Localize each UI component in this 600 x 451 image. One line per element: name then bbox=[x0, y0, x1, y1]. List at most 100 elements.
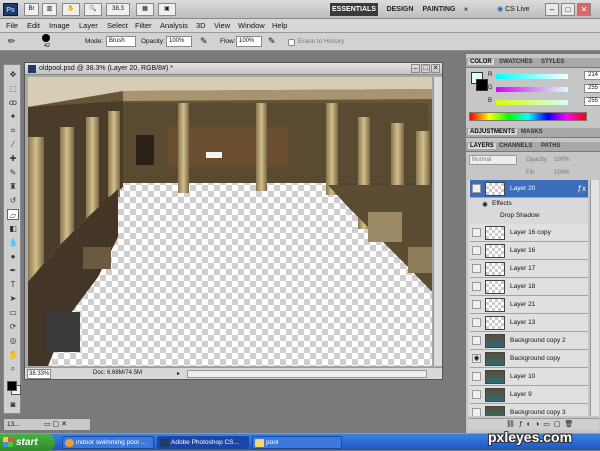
zoom-tool-icon[interactable]: ⌕ bbox=[7, 363, 19, 374]
bridge-button[interactable]: Br bbox=[24, 3, 39, 16]
tab-color[interactable]: COLOR bbox=[468, 59, 494, 65]
taskbar-item-folder[interactable]: pool bbox=[252, 436, 342, 449]
blue-slider-track[interactable] bbox=[496, 100, 568, 105]
zoom-level-field[interactable]: 38.3 bbox=[106, 3, 130, 16]
minimize-button[interactable]: – bbox=[545, 3, 559, 16]
foreground-color-swatch[interactable] bbox=[7, 381, 17, 391]
brush-tip-icon[interactable] bbox=[42, 34, 50, 42]
layer-row[interactable]: Layer 17 bbox=[470, 260, 588, 278]
tab-swatches[interactable]: SWATCHES bbox=[499, 59, 533, 65]
trash-icon[interactable]: 🗑 bbox=[565, 421, 578, 428]
taskbar-item-photoshop[interactable]: Adobe Photoshop CS... bbox=[157, 436, 249, 449]
tablet-pressure-opacity-icon[interactable]: ✎ bbox=[200, 36, 212, 48]
new-layer-icon[interactable]: ▢ bbox=[554, 421, 565, 428]
move-tool-icon[interactable]: ✥ bbox=[7, 69, 19, 80]
workspace-design[interactable]: DESIGN bbox=[384, 3, 416, 16]
taskbar-item-browser[interactable]: indoor swimming pool ... bbox=[62, 436, 154, 449]
layer-row[interactable]: Layer 18 bbox=[470, 278, 588, 296]
eraser-preset-icon[interactable]: ✏ bbox=[8, 36, 20, 48]
horizontal-scrollbar[interactable] bbox=[187, 370, 427, 378]
eraser-tool-icon[interactable]: ▱ bbox=[7, 209, 19, 220]
3d-orbit-tool-icon[interactable]: ◎ bbox=[7, 335, 19, 346]
layer-row-selected[interactable]: Layer 20 ƒx bbox=[470, 180, 588, 198]
start-button[interactable]: start bbox=[0, 434, 55, 451]
red-slider-track[interactable] bbox=[496, 74, 568, 79]
flow-field[interactable]: 100% bbox=[236, 36, 262, 47]
layer-row[interactable]: ◉ Background copy bbox=[470, 350, 588, 368]
healing-brush-tool-icon[interactable]: ✚ bbox=[7, 153, 19, 164]
tab-masks[interactable]: MASKS bbox=[521, 129, 543, 135]
workspace-essentials[interactable]: ESSENTIALS bbox=[330, 3, 378, 16]
layer-visibility-toggle[interactable] bbox=[472, 264, 481, 273]
airbrush-icon[interactable]: ✎ bbox=[268, 36, 280, 48]
color-panel-bg-swatch[interactable] bbox=[476, 79, 488, 91]
layer-row[interactable]: Layer 13 bbox=[470, 314, 588, 332]
clone-stamp-tool-icon[interactable]: ♜ bbox=[7, 181, 19, 192]
layer-visibility-toggle[interactable] bbox=[472, 184, 481, 193]
shape-tool-icon[interactable]: ▭ bbox=[7, 307, 19, 318]
layer-row[interactable]: Layer 16 copy bbox=[470, 224, 588, 242]
cs-live-button[interactable]: ◉ CS Live bbox=[497, 3, 530, 16]
menu-image[interactable]: Image bbox=[49, 21, 70, 30]
status-zoom-field[interactable]: 38.33% bbox=[27, 369, 51, 379]
menu-view[interactable]: View bbox=[214, 21, 230, 30]
tab-layers[interactable]: LAYERS bbox=[468, 143, 496, 149]
layer-visibility-toggle[interactable] bbox=[472, 318, 481, 327]
red-slider[interactable]: R 214 bbox=[488, 71, 600, 81]
menu-layer[interactable]: Layer bbox=[79, 21, 98, 30]
quick-mask-icon[interactable]: ◙ bbox=[7, 399, 19, 410]
layer-opacity-value[interactable]: 100% bbox=[554, 157, 569, 163]
crop-tool-icon[interactable]: ⌗ bbox=[7, 125, 19, 136]
doc-close-button[interactable]: ✕ bbox=[431, 64, 440, 73]
green-slider-track[interactable] bbox=[496, 87, 568, 92]
effects-row[interactable]: ◉ Effects bbox=[468, 198, 588, 210]
document-size-info[interactable]: Doc: 6.68M/74.5M bbox=[93, 370, 142, 376]
minimized-document[interactable]: 13... ▭ ▢ ✕ bbox=[3, 418, 91, 431]
document-titlebar[interactable]: oldpool.psd @ 38.3% (Layer 20, RGB/8#) *… bbox=[25, 63, 442, 75]
doc-maximize-button[interactable]: □ bbox=[421, 64, 430, 73]
3d-rotate-tool-icon[interactable]: ⟳ bbox=[7, 321, 19, 332]
minimized-document-controls-icon[interactable]: ▭ ▢ ✕ bbox=[44, 420, 67, 428]
type-tool-icon[interactable]: T bbox=[7, 279, 19, 290]
layer-row[interactable]: Background copy 3 bbox=[470, 404, 588, 416]
color-spectrum-ramp[interactable] bbox=[469, 112, 587, 121]
menu-3d[interactable]: 3D bbox=[196, 21, 206, 30]
erase-to-history-checkbox[interactable] bbox=[288, 39, 295, 46]
folder-icon[interactable]: ▭ bbox=[543, 421, 554, 428]
menu-window[interactable]: Window bbox=[238, 21, 265, 30]
workspace-painting[interactable]: PAINTING bbox=[420, 3, 458, 16]
blue-slider[interactable]: B 255 bbox=[488, 97, 600, 107]
layer-visibility-toggle[interactable] bbox=[472, 336, 481, 345]
layer-row[interactable]: Background copy 2 bbox=[470, 332, 588, 350]
close-button[interactable]: ✕ bbox=[577, 3, 591, 16]
blue-value[interactable]: 255 bbox=[584, 97, 600, 106]
layer-visibility-toggle[interactable] bbox=[472, 408, 481, 416]
red-value[interactable]: 214 bbox=[584, 71, 600, 80]
menu-analysis[interactable]: Analysis bbox=[160, 21, 188, 30]
canvas[interactable] bbox=[28, 77, 432, 366]
history-brush-tool-icon[interactable]: ↺ bbox=[7, 195, 19, 206]
lasso-tool-icon[interactable]: ꝏ bbox=[7, 97, 19, 108]
dodge-tool-icon[interactable]: ● bbox=[7, 251, 19, 262]
tab-adjustments[interactable]: ADJUSTMENTS bbox=[468, 129, 518, 135]
eye-icon[interactable]: ◉ bbox=[472, 354, 481, 363]
mini-bridge-button[interactable]: ▥ bbox=[42, 3, 57, 16]
layer-row[interactable]: Layer 21 bbox=[470, 296, 588, 314]
vertical-scrollbar[interactable] bbox=[433, 77, 442, 366]
pen-tool-icon[interactable]: ✒ bbox=[7, 265, 19, 276]
tab-channels[interactable]: CHANNELS bbox=[499, 143, 532, 149]
arrange-documents-button[interactable]: ▦ bbox=[136, 3, 154, 16]
menu-filter[interactable]: Filter bbox=[135, 21, 152, 30]
fill-value[interactable]: 100% bbox=[554, 170, 569, 176]
opacity-field[interactable]: 100% bbox=[166, 36, 192, 47]
green-value[interactable]: 255 bbox=[584, 84, 600, 93]
mask-icon[interactable]: ◐ bbox=[527, 421, 535, 428]
layers-scrollbar[interactable] bbox=[590, 180, 599, 416]
brush-tool-icon[interactable]: ✎ bbox=[7, 167, 19, 178]
mode-select[interactable]: Brush bbox=[106, 36, 136, 47]
hand-icon[interactable]: ✋ bbox=[62, 3, 80, 16]
blend-mode-select[interactable]: Normal bbox=[469, 155, 517, 165]
layer-visibility-toggle[interactable] bbox=[472, 372, 481, 381]
effect-row[interactable]: Drop Shadow bbox=[468, 210, 588, 222]
menu-select[interactable]: Select bbox=[107, 21, 128, 30]
